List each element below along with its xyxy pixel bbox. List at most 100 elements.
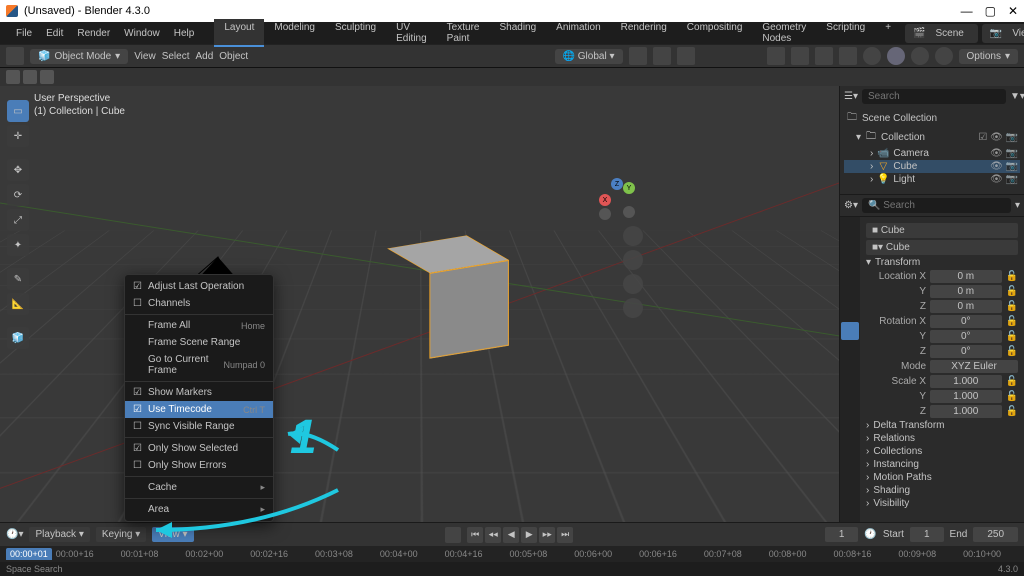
props-search-input[interactable] [862, 198, 1011, 213]
lock-icon[interactable]: 🔓 [1006, 406, 1018, 417]
location-z-field[interactable]: 0 m [930, 300, 1002, 313]
lock-icon[interactable]: 🔓 [1006, 331, 1018, 342]
transform-section-header[interactable]: ▾ Transform [866, 257, 1018, 268]
tool-cursor[interactable]: ✛ [7, 125, 29, 147]
editor-type-icon[interactable] [6, 47, 24, 65]
jump-start-icon[interactable]: ⏮ [467, 527, 483, 543]
lock-icon[interactable]: 🔓 [1006, 376, 1018, 387]
ptab-constraints-icon[interactable] [841, 402, 859, 420]
menu-item-frame-all[interactable]: Frame AllHome [125, 317, 273, 334]
play-reverse-icon[interactable]: ◀ [503, 527, 519, 543]
rotation-x-field[interactable]: 0° [930, 315, 1002, 328]
shading-rendered-icon[interactable] [935, 47, 953, 65]
orientation-selector[interactable]: 🌐 Global ▾ [555, 49, 623, 64]
tab-compositing[interactable]: Compositing [677, 19, 753, 47]
ptab-output-icon[interactable] [841, 242, 859, 260]
lock-icon[interactable]: 🔓 [1006, 271, 1018, 282]
rotation-y-field[interactable]: 0° [930, 330, 1002, 343]
maximize-button[interactable]: ▢ [985, 4, 996, 18]
playback-menu[interactable]: Playback ▾ [29, 527, 89, 542]
scale-x-field[interactable]: 1.000 [930, 375, 1002, 388]
scale-z-field[interactable]: 1.000 [930, 405, 1002, 418]
menu-item-sync-visible-range[interactable]: ☐Sync Visible Range [125, 418, 273, 435]
section-shading[interactable]: › Shading [866, 485, 1018, 496]
zoom-icon[interactable] [623, 226, 643, 246]
tool-select-box[interactable]: ▭ [7, 100, 29, 122]
menu-item-cache[interactable]: Cache▸ [125, 479, 273, 496]
jump-end-icon[interactable]: ⏭ [557, 527, 573, 543]
props-options-icon[interactable]: ▾ [1015, 200, 1020, 211]
ptab-scene-icon[interactable] [841, 282, 859, 300]
menu-help[interactable]: Help [168, 26, 201, 41]
mode-selector[interactable]: 🧊 Object Mode ▾ [30, 49, 128, 64]
menu-item-frame-scene-range[interactable]: Frame Scene Range [125, 334, 273, 351]
keying-menu[interactable]: Keying ▾ [96, 527, 146, 542]
menu-item-only-show-selected[interactable]: ☑Only Show Selected [125, 440, 273, 457]
select-tool-icon[interactable] [6, 70, 20, 84]
end-frame-field[interactable]: 250 [973, 527, 1018, 542]
viewlayer-selector[interactable]: 📷 ViewLayer [982, 24, 1024, 43]
overlay-icon[interactable] [815, 47, 833, 65]
ptab-particles-icon[interactable] [841, 362, 859, 380]
section-instancing[interactable]: › Instancing [866, 459, 1018, 470]
timeline-ruler[interactable]: 00:00+01 00:00+1600:01+0800:02+0000:02+1… [0, 546, 1024, 562]
tab-geometry-nodes[interactable]: Geometry Nodes [752, 19, 816, 47]
camera-row[interactable]: ›📹Camera👁 📷 [844, 147, 1020, 160]
cube-row[interactable]: ›▽Cube👁 📷 [844, 160, 1020, 173]
menu-item-adjust-last-operation[interactable]: ☑Adjust Last Operation [125, 278, 273, 295]
tool-scale[interactable]: ⤢ [7, 209, 29, 231]
filter-icon[interactable]: ▼▾ [1010, 91, 1024, 102]
autokey-icon[interactable] [445, 527, 461, 543]
lock-icon[interactable]: 🔓 [1006, 391, 1018, 402]
collection-row[interactable]: ▾🗀Collection☑ 👁 📷 [844, 128, 1020, 147]
tool-move[interactable]: ✥ [7, 159, 29, 181]
ptab-modifiers-icon[interactable] [841, 342, 859, 360]
section-motion-paths[interactable]: › Motion Paths [866, 472, 1018, 483]
tool-measure[interactable]: 📐 [7, 293, 29, 315]
rotation-z-field[interactable]: 0° [930, 345, 1002, 358]
ptab-render-icon[interactable] [841, 222, 859, 240]
close-button[interactable]: ✕ [1008, 4, 1018, 18]
tool-rotate[interactable]: ⟳ [7, 184, 29, 206]
vp-menu-object[interactable]: Object [219, 51, 248, 62]
ptab-physics-icon[interactable] [841, 382, 859, 400]
play-icon[interactable]: ▶ [521, 527, 537, 543]
tab-sculpting[interactable]: Sculpting [325, 19, 386, 47]
keyframe-next-icon[interactable]: ▸▸ [539, 527, 555, 543]
minimize-button[interactable]: — [961, 4, 973, 18]
options-dropdown[interactable]: Options ▾ [959, 49, 1019, 64]
scale-y-field[interactable]: 1.000 [930, 390, 1002, 403]
lock-icon[interactable]: 🔓 [1006, 301, 1018, 312]
tool-add-cube[interactable]: 🧊 [7, 327, 29, 349]
section-delta-transform[interactable]: › Delta Transform [866, 420, 1018, 431]
select-mode-icon[interactable] [23, 70, 37, 84]
ptab-data-icon[interactable] [841, 422, 859, 440]
tool-annotate[interactable]: ✎ [7, 268, 29, 290]
lock-icon[interactable]: 🔓 [1006, 286, 1018, 297]
object-name-field[interactable]: ■ Cube [866, 223, 1018, 238]
scene-collection-row[interactable]: 🗀Scene Collection [844, 109, 1020, 128]
lock-icon[interactable]: 🔓 [1006, 346, 1018, 357]
scene-selector[interactable]: 🎬 Scene [905, 24, 978, 43]
shading-solid-icon[interactable] [887, 47, 905, 65]
vp-menu-add[interactable]: Add [195, 51, 213, 62]
tab-animation[interactable]: Animation [546, 19, 610, 47]
tab-layout[interactable]: Layout [214, 19, 264, 47]
visibility-icon[interactable] [767, 47, 785, 65]
gizmo-icon[interactable] [791, 47, 809, 65]
tab-uv-editing[interactable]: UV Editing [386, 19, 437, 47]
menu-item-channels[interactable]: ☐Channels [125, 295, 273, 312]
xray-icon[interactable] [839, 47, 857, 65]
location-x-field[interactable]: 0 m [930, 270, 1002, 283]
ptab-material-icon[interactable] [841, 442, 859, 460]
perspective-toggle-icon[interactable] [623, 298, 643, 318]
shading-material-icon[interactable] [911, 47, 929, 65]
location-y-field[interactable]: 0 m [930, 285, 1002, 298]
current-frame-field[interactable]: 1 [825, 527, 859, 542]
menu-item-area[interactable]: Area▸ [125, 501, 273, 518]
menu-item-go-to-current-frame[interactable]: Go to Current FrameNumpad 0 [125, 351, 273, 379]
data-name-field[interactable]: ■▾ Cube [866, 240, 1018, 255]
ptab-world-icon[interactable] [841, 302, 859, 320]
tab-shading[interactable]: Shading [489, 19, 546, 47]
navigation-gizmo[interactable]: X Y Z [595, 178, 639, 222]
